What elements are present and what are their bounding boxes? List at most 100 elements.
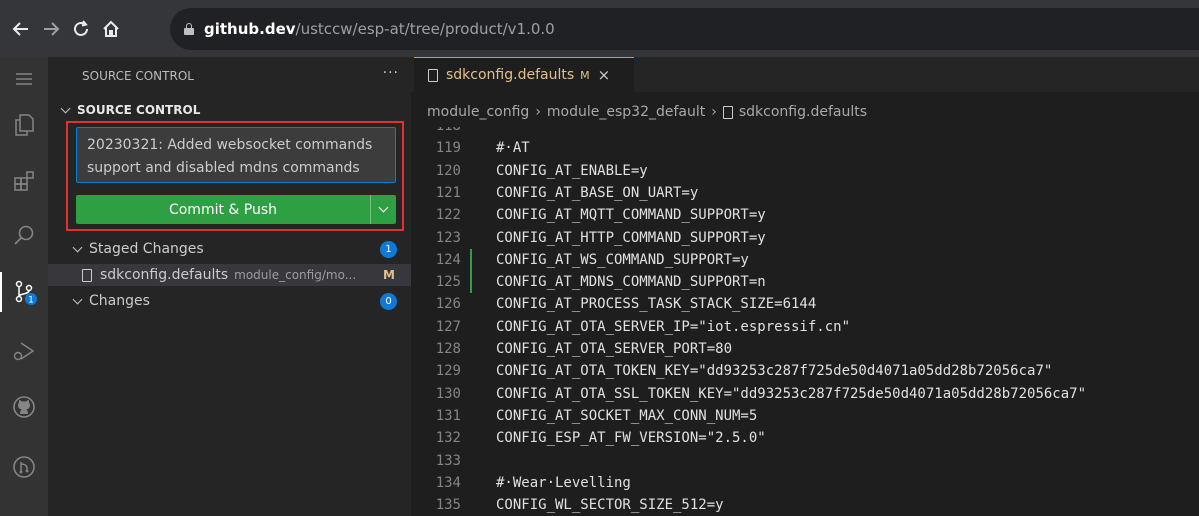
changes-label: Changes [89,293,150,309]
source-control-panel: SOURCE CONTROL ··· SOURCE CONTROL 202303… [48,57,411,516]
search-icon[interactable] [0,215,48,255]
code-line[interactable]: 119 #·AT [411,137,1199,159]
code-line[interactable]: 134 #·Wear·Levelling [411,472,1199,494]
line-number: 120 [435,162,461,179]
line-number: 132 [435,430,461,447]
code-line[interactable]: 121 CONFIG_AT_BASE_ON_UART=y [411,182,1199,204]
code-line[interactable]: 126 CONFIG_AT_PROCESS_TASK_STACK_SIZE=614… [411,293,1199,315]
chevron-down-icon [72,242,83,252]
code-line[interactable]: 131 CONFIG_AT_SOCKET_MAX_CONN_NUM=5 [411,405,1199,427]
line-number: 125 [435,274,461,291]
line-text: CONFIG_AT_OTA_TOKEN_KEY="dd93253c287f725… [496,363,1053,380]
extensions-icon[interactable] [0,161,48,201]
code-line[interactable]: 125 CONFIG_AT_MDNS_COMMAND_SUPPORT=n [411,271,1199,294]
back-arrow-icon[interactable] [8,14,34,44]
line-text: CONFIG_AT_HTTP_COMMAND_SUPPORT=y [496,229,766,246]
address-bar[interactable]: github.dev/ustccw/esp-at/tree/product/v1… [170,8,1199,50]
activity-bar: 1 [0,57,48,516]
source-control-icon[interactable]: 1 [0,272,48,312]
tab-label: sdkconfig.defaults [446,67,575,83]
url-host: github.dev [204,20,296,38]
line-text: CONFIG_AT_MDNS_COMMAND_SUPPORT=n [496,274,766,291]
code-line[interactable]: 120 CONFIG_AT_ENABLE=y [411,160,1199,182]
line-text: CONFIG_AT_BASE_ON_UART=y [496,184,699,201]
line-text: #·Wear·Levelling [496,474,631,491]
commit-push-button[interactable]: Commit & Push [76,195,370,224]
line-number: 123 [435,229,461,246]
run-debug-icon[interactable] [0,331,48,371]
code-line[interactable]: 128 CONFIG_AT_OTA_SERVER_PORT=80 [411,338,1199,360]
tab-sdkconfig-defaults[interactable]: sdkconfig.defaults M × [414,57,634,92]
line-number: 135 [435,497,461,514]
file-icon [82,268,92,282]
breadcrumb-item[interactable]: module_esp32_default [547,104,705,120]
staged-file-row[interactable]: sdkconfig.defaults module_config/mo... M [48,264,411,286]
github-icon[interactable] [0,387,48,427]
home-icon[interactable] [98,14,124,44]
browser-toolbar: github.dev/ustccw/esp-at/tree/product/v1… [0,0,1199,57]
staged-file-name: sdkconfig.defaults [100,267,229,283]
line-number: 129 [435,363,461,380]
code-line[interactable]: 122 CONFIG_AT_MQTT_COMMAND_SUPPORT=y [411,204,1199,226]
staged-count-badge: 1 [380,240,397,258]
line-number: 118 [411,127,461,134]
line-text: CONFIG_AT_MQTT_COMMAND_SUPPORT=y [496,207,766,224]
line-number: 119 [435,140,461,157]
line-text: CONFIG_ESP_AT_FW_VERSION="2.5.0" [496,430,766,447]
forward-arrow-icon[interactable] [38,14,64,44]
line-number: 127 [435,318,461,335]
editor-area: sdkconfig.defaults M × module_config › m… [411,57,1199,516]
line-number: 130 [435,385,461,402]
line-number: 121 [435,184,461,201]
commit-options-dropdown[interactable] [370,195,396,224]
line-number: 128 [435,341,461,357]
code-line[interactable]: 123 CONFIG_AT_HTTP_COMMAND_SUPPORT=y [411,227,1199,249]
code-editor[interactable]: 118 119 #·AT 120 CONFIG_AT_ENABLE=y 121 CONFIG… [411,127,1199,516]
file-icon [428,68,438,82]
remote-explorer-icon[interactable] [0,447,48,487]
explorer-icon[interactable] [0,105,48,145]
code-line[interactable]: 118 [411,127,1199,137]
close-icon[interactable]: × [598,66,611,84]
lock-icon [184,23,194,35]
staged-changes-header[interactable]: Staged Changes 1 [48,238,411,260]
breadcrumb: module_config › module_esp32_default › s… [427,104,867,120]
staged-changes-label: Staged Changes [89,241,204,257]
line-text: CONFIG_AT_OTA_SERVER_PORT=80 [496,341,733,357]
code-line[interactable]: 133 [411,450,1199,472]
url-path: /ustccw/esp-at/tree/product/v1.0.0 [295,20,555,38]
line-text: CONFIG_WL_SECTOR_SIZE_512=y [496,497,724,514]
modified-status: M [383,268,395,282]
line-text: CONFIG_AT_PROCESS_TASK_STACK_SIZE=6144 [496,296,817,313]
line-number: 133 [435,452,461,469]
line-text: CONFIG_AT_WS_COMMAND_SUPPORT=y [496,251,749,268]
tab-modified-status: M [580,68,590,82]
chevron-down-icon [378,202,389,213]
line-number: 126 [435,296,461,313]
code-line[interactable]: 124 CONFIG_AT_WS_COMMAND_SUPPORT=y [411,248,1199,271]
file-icon [722,105,733,119]
line-number: 122 [435,207,461,224]
modified-line-indicator [470,271,472,294]
code-line[interactable]: 129 CONFIG_AT_OTA_TOKEN_KEY="dd93253c287f… [411,360,1199,382]
breadcrumb-item[interactable]: sdkconfig.defaults [739,104,867,120]
code-line[interactable]: 135 CONFIG_WL_SECTOR_SIZE_512=y [411,494,1199,516]
reload-icon[interactable] [68,14,94,44]
section-label: SOURCE CONTROL [77,103,201,117]
line-text: CONFIG_AT_OTA_SERVER_IP="iot.espressif.c… [496,318,851,335]
changes-header[interactable]: Changes 0 [48,290,411,312]
code-line[interactable]: 127 CONFIG_AT_OTA_SERVER_IP="iot.espressi… [411,316,1199,338]
line-number: 131 [435,407,461,424]
line-number: 124 [435,251,461,268]
more-actions-icon[interactable]: ··· [383,65,399,81]
menu-icon[interactable] [0,59,48,99]
code-line[interactable]: 132 CONFIG_ESP_AT_FW_VERSION="2.5.0" [411,427,1199,449]
svg-text:1: 1 [28,296,34,306]
code-line[interactable]: 130 CONFIG_AT_OTA_SSL_TOKEN_KEY="dd93253c… [411,383,1199,405]
line-number: 134 [435,474,461,491]
commit-message-input[interactable]: 20230321: Added websocket commands suppo… [76,127,396,183]
breadcrumb-item[interactable]: module_config [427,104,529,120]
source-control-section-header[interactable]: SOURCE CONTROL [60,103,201,117]
chevron-right-icon: › [711,104,717,120]
staged-file-dir: module_config/mo... [234,268,357,282]
